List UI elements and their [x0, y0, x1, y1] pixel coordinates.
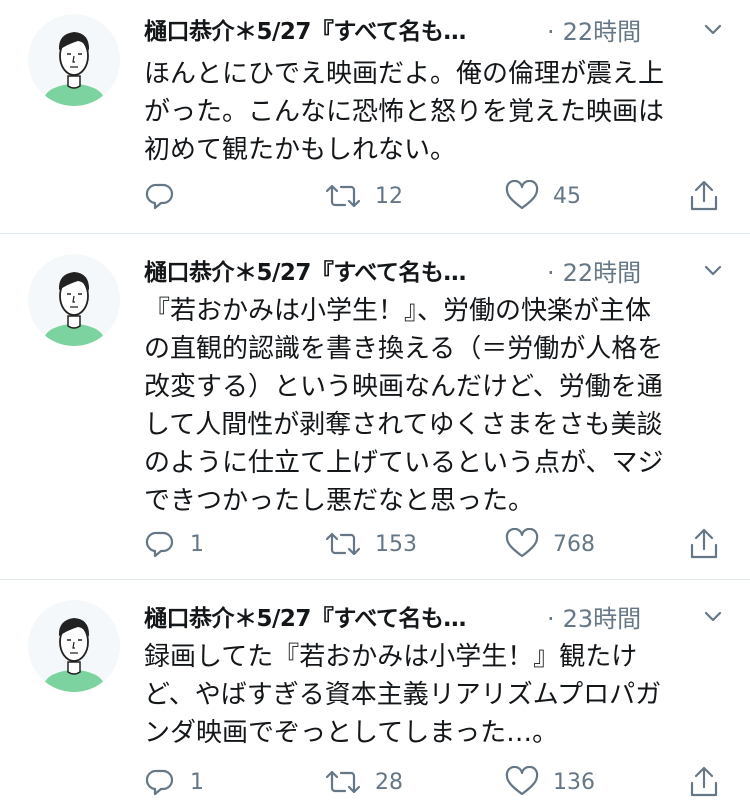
like-button[interactable]: 136 — [505, 762, 595, 802]
tweet-header: 樋口恭介＊5/27『すべて名も… · 22時間 — [144, 12, 730, 48]
tweet[interactable]: 樋口恭介＊5/27『すべて名も… · 22時間 『若おかみは小学生！』、労働の快楽… — [0, 234, 750, 579]
timestamp[interactable]: · 22時間 — [547, 253, 641, 288]
tweet-text-line: ほんとにひでえ映画だよ。俺の倫理が震え上 — [144, 59, 665, 89]
timestamp-text: 22時間 — [562, 259, 642, 287]
retweet-button[interactable]: 153 — [325, 524, 417, 564]
share-button[interactable] — [688, 176, 720, 216]
tweet-text: 録画してた『若おかみは小学生！』観たけ ど、やばすぎる資本主義リアリズムプロパガ… — [144, 638, 724, 752]
chevron-down-icon[interactable] — [702, 259, 724, 281]
like-button[interactable]: 45 — [505, 176, 581, 216]
tweet[interactable]: 樋口恭介＊5/27『すべて名も… · 23時間 録画してた『若おかみは小学生！』観… — [0, 580, 750, 807]
author-name[interactable]: 樋口恭介＊5/27『すべて名も… — [144, 12, 466, 46]
tweet[interactable]: 樋口恭介＊5/27『すべて名も… · 22時間 ほんとにひでえ映画だよ。俺の倫理が… — [0, 0, 750, 233]
share-icon — [690, 180, 718, 211]
reply-count: 1 — [190, 769, 204, 795]
retweet-icon — [325, 770, 361, 794]
reply-icon — [145, 183, 174, 210]
retweet-count: 153 — [375, 531, 417, 557]
avatar-illustration — [44, 272, 104, 346]
timestamp-text: 22時間 — [562, 18, 642, 46]
heart-icon — [505, 528, 539, 558]
tweet-header: 樋口恭介＊5/27『すべて名も… · 22時間 — [144, 253, 730, 289]
avatar-illustration — [44, 32, 104, 106]
tweet-text-line: がった。こんなに恐怖と怒りを覚えた映画は — [144, 97, 665, 127]
tweet-text-line: 改変する）という映画なんだけど、労働を通 — [144, 372, 663, 402]
tweet-actions: 1 28 136 — [0, 762, 750, 802]
tweet-text-line: ど、やばすぎる資本主義リアリズムプロパガ — [144, 680, 662, 710]
timestamp-text: 23時間 — [562, 605, 642, 633]
retweet-count: 28 — [375, 769, 403, 795]
tweet-text-line: 初めて観たかもしれない。 — [144, 135, 457, 165]
share-icon — [690, 528, 718, 559]
timestamp[interactable]: · 23時間 — [547, 599, 641, 634]
share-button[interactable] — [688, 762, 720, 802]
share-icon — [690, 766, 718, 797]
tweet-header: 樋口恭介＊5/27『すべて名も… · 23時間 — [144, 599, 730, 635]
reply-button[interactable]: 1 — [144, 524, 204, 564]
retweet-icon — [325, 184, 361, 208]
tweet-text: 『若おかみは小学生！』、労働の快楽が主体 の直観的認識を書き換える（＝労働が人格… — [144, 292, 724, 520]
heart-icon — [505, 180, 539, 210]
reply-button[interactable]: 1 — [144, 762, 204, 802]
tweet-text-line: できつかったし悪だなと思った。 — [144, 486, 535, 516]
author-name[interactable]: 樋口恭介＊5/27『すべて名も… — [144, 253, 466, 287]
avatar-illustration — [44, 618, 104, 692]
reply-button[interactable] — [144, 176, 190, 216]
retweet-button[interactable]: 12 — [325, 176, 403, 216]
tweet-text-line: して人間性が剥奪されてゆくさまをさも美談 — [144, 410, 663, 440]
chevron-down-icon[interactable] — [702, 18, 724, 40]
like-count: 45 — [553, 183, 581, 209]
like-count: 136 — [553, 769, 595, 795]
avatar[interactable] — [28, 600, 120, 692]
tweet-text-line: 『若おかみは小学生！』、労働の快楽が主体 — [144, 296, 652, 326]
reply-icon — [145, 769, 174, 796]
tweet-actions: 1 153 768 — [0, 524, 750, 564]
tweet-text-line: の直観的認識を書き換える（＝労働が人格を — [144, 334, 664, 364]
tweet-text-line: のように仕立て上げているという点が、マジ — [144, 448, 664, 478]
tweet-text: ほんとにひでえ映画だよ。俺の倫理が震え上 がった。こんなに恐怖と怒りを覚えた映画… — [144, 55, 724, 169]
like-button[interactable]: 768 — [505, 524, 595, 564]
reply-icon — [145, 531, 174, 558]
tweet-text-line: ンダ映画でぞっとしてしまった…。 — [144, 718, 559, 748]
retweet-button[interactable]: 28 — [325, 762, 403, 802]
share-button[interactable] — [688, 524, 720, 564]
retweet-count: 12 — [375, 183, 403, 209]
retweet-icon — [325, 532, 361, 556]
tweet-text-line: 録画してた『若おかみは小学生！』観たけ — [144, 642, 638, 672]
author-name[interactable]: 樋口恭介＊5/27『すべて名も… — [144, 599, 466, 633]
avatar[interactable] — [28, 14, 120, 106]
avatar[interactable] — [28, 254, 120, 346]
like-count: 768 — [553, 531, 595, 557]
heart-icon — [505, 766, 539, 796]
tweet-actions: 12 45 — [0, 176, 750, 216]
reply-count: 1 — [190, 531, 204, 557]
timestamp[interactable]: · 22時間 — [547, 12, 641, 47]
chevron-down-icon[interactable] — [702, 605, 724, 627]
